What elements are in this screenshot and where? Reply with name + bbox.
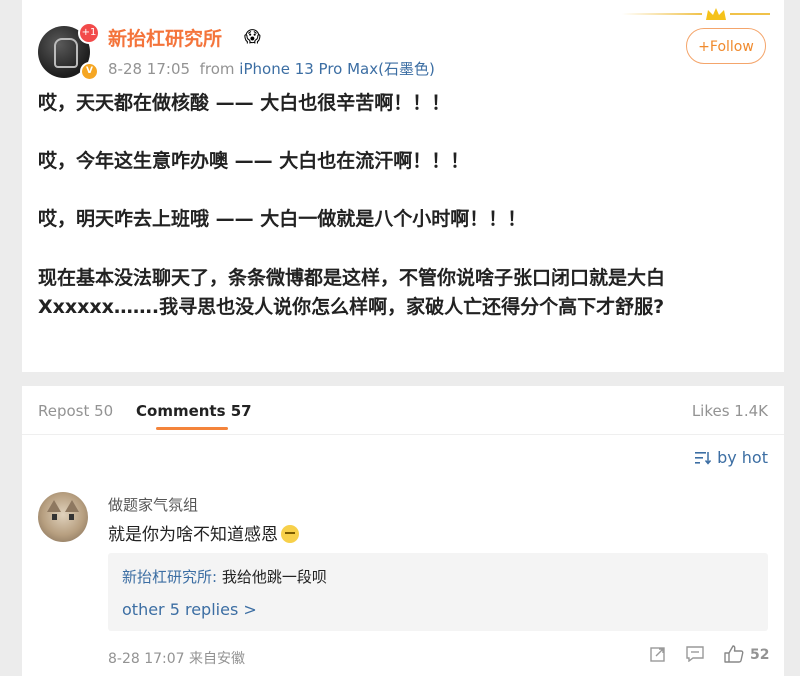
sort-label: by hot [717,448,768,467]
reply-text: 我给他跳一段呗 [217,568,327,586]
avatar-cat-ear [65,500,79,512]
post-paragraph: 现在基本没法聊天了，条条微博都是这样，不管你说啥子张口闭口就是大白Xxxxxx…… [38,267,666,318]
post-paragraph: 哎，今年这生意咋办噢 —— 大白也在流汗啊！！！ [38,150,470,172]
interaction-tabs: Repost 50 Comments 57 Likes 1.4K [22,386,784,435]
from-label: from [199,60,235,78]
commenter-username[interactable]: 做题家气氛组 [108,494,198,515]
avatar-notification-badge: +1 [78,22,100,44]
share-icon[interactable] [650,646,666,662]
post-timestamp: 8-28 17:05 [108,60,191,78]
comment-body: 就是你为啥不知道感恩 [108,525,278,545]
comment-timestamp: 8-28 17:07 [108,651,185,667]
reply-box: 新抬杠研究所: 我给他跳一段呗 other 5 replies > [108,553,768,631]
comment-like-count: 52 [750,647,770,663]
post-body: 哎，天天都在做核酸 —— 大白也很辛苦啊！！！ 哎，今年这生意咋办噢 —— 大白… [38,90,768,322]
reply-username[interactable]: 新抬杠研究所: [122,568,217,586]
sort-by-hot-button[interactable]: by hot [695,448,768,467]
post-card: +1 V 新抬杠研究所 😱 8-28 17:05 from iPhone 13 … [22,0,784,372]
like-thumb-icon[interactable] [724,644,744,664]
reply-line: 新抬杠研究所: 我给他跳一段呗 [122,566,327,587]
active-tab-indicator [156,427,228,430]
more-replies-link[interactable]: other 5 replies > [122,600,257,619]
tab-comments[interactable]: Comments 57 [136,402,252,420]
tab-likes[interactable]: Likes 1.4K [692,402,768,420]
comment-icon[interactable] [686,646,704,662]
weibo-post-frame: +1 V 新抬杠研究所 😱 8-28 17:05 from iPhone 13 … [22,0,784,676]
tab-repost[interactable]: Repost 50 [38,402,113,420]
post-username[interactable]: 新抬杠研究所 [108,24,222,51]
avatar-figure [54,38,78,68]
verified-badge-icon: V [80,62,99,81]
post-paragraph: 哎，天天都在做核酸 —— 大白也很辛苦啊！！！ [38,92,451,114]
crown-decoration-icon [622,8,770,20]
commenter-avatar[interactable] [38,492,88,542]
comments-card: Repost 50 Comments 57 Likes 1.4K by hot … [22,386,784,676]
comment-location: 来自安徽 [189,651,246,667]
post-paragraph: 哎，明天咋去上班哦 —— 大白一做就是八个小时啊！！！ [38,208,527,230]
post-meta: 8-28 17:05 from iPhone 13 Pro Max(石墨色) [108,58,435,79]
post-device[interactable]: iPhone 13 Pro Max(石墨色) [239,60,435,78]
comment-footer: 8-28 17:07 来自安徽 [108,648,245,668]
user-emoji-icon: 😱 [244,27,261,46]
comment-text: 就是你为啥不知道感恩 [108,520,299,545]
squint-emoji-icon [281,525,299,543]
sort-icon [695,451,712,465]
follow-button[interactable]: +Follow [686,28,766,64]
avatar-cat-ear [47,500,61,512]
avatar-cat-eyes [52,514,74,520]
